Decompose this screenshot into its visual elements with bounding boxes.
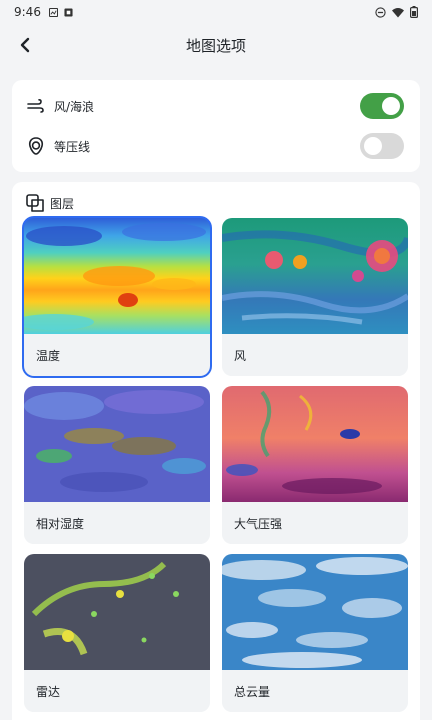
isobar-icon [26,136,46,156]
layers-icon [26,194,44,212]
cloud-cover-map-thumbnail [222,554,408,670]
image-notification-icon [48,7,58,17]
toggle-label-wind-waves: 风/海浪 [54,99,95,114]
layer-label: 相对湿度 [24,502,210,544]
temperature-map-thumbnail [24,218,210,334]
switch-knob [364,137,382,155]
battery-icon [410,6,418,18]
wifi-icon [392,7,404,17]
layer-tile-atmospheric-pressure[interactable]: 大气压强 [222,386,408,544]
wind-waves-switch[interactable] [360,93,404,119]
layer-tile-temperature[interactable]: 温度 [22,216,212,378]
layer-tile-relative-humidity[interactable]: 相对湿度 [24,386,210,544]
layer-label: 大气压强 [222,502,408,544]
layers-title: 图层 [50,196,75,211]
layer-label: 总云量 [222,670,408,712]
status-time: 9:46 [14,5,41,19]
do-not-disturb-icon [375,6,386,18]
switch-knob [382,97,400,115]
chevron-left-icon [20,37,30,53]
wind-icon [26,96,46,116]
radar-map-thumbnail [24,554,210,670]
layer-label: 温度 [24,334,210,376]
app-notification-icon [64,7,73,17]
humidity-map-thumbnail [24,386,210,502]
status-bar: 9:46 [0,0,432,24]
layer-tile-total-cloud-cover[interactable]: 总云量 [222,554,408,712]
top-app-bar: 地图选项 [0,24,432,66]
toggle-row-isobars[interactable]: 等压线 [12,126,420,166]
layers-header: 图层 [26,194,74,212]
layer-label: 风 [222,334,408,376]
overlay-toggles-card: 风/海浪 等压线 [12,80,420,172]
toggle-label-isobars: 等压线 [54,139,91,154]
layer-label: 雷达 [24,670,210,712]
wind-map-thumbnail [222,218,408,334]
pressure-map-thumbnail [222,386,408,502]
layer-tile-radar[interactable]: 雷达 [24,554,210,712]
isobars-switch[interactable] [360,133,404,159]
toggle-row-wind-waves[interactable]: 风/海浪 [12,86,420,126]
layer-tile-wind[interactable]: 风 [222,218,408,376]
back-button[interactable] [12,32,38,58]
layers-card: 图层 温度 风 相对湿度 大气压强 雷达 总云量 [12,182,420,720]
page-title: 地图选项 [185,36,246,55]
